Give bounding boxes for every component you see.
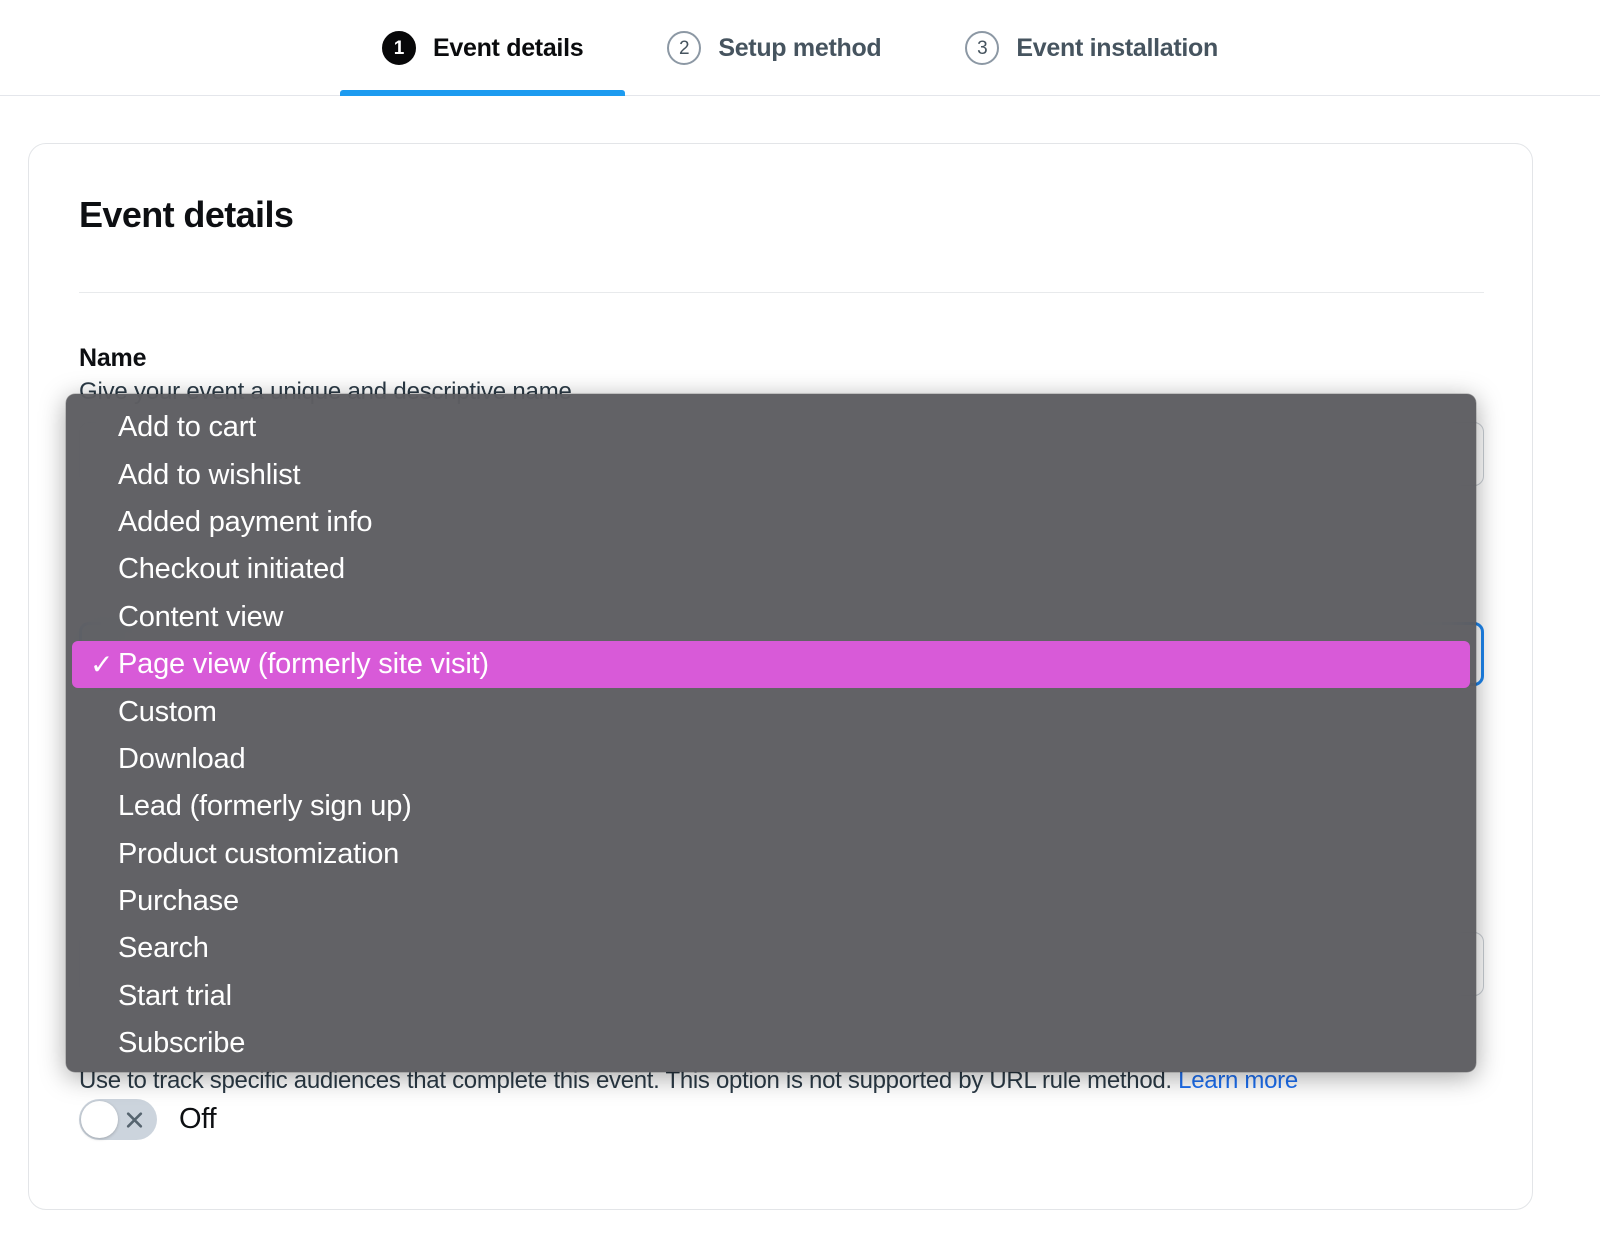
dropdown-option-label: Added payment info <box>118 505 373 538</box>
dropdown-option-label: Lead (formerly sign up) <box>118 790 412 823</box>
step-label-setup-method: Setup method <box>718 33 882 62</box>
step-label-event-details: Event details <box>433 33 584 62</box>
dropdown-option[interactable]: Add to wishlist <box>72 451 1470 498</box>
dropdown-option[interactable]: Lead (formerly sign up) <box>72 783 1470 830</box>
toggle-state-label: Off <box>179 1103 217 1135</box>
dropdown-option[interactable]: Search <box>72 925 1470 972</box>
check-icon: ✓ <box>90 648 114 680</box>
dropdown-option[interactable]: Product customization <box>72 831 1470 878</box>
audience-toggle-row: Off <box>79 1099 217 1140</box>
audience-toggle[interactable] <box>79 1099 157 1140</box>
step-number-badge-1: 1 <box>382 31 416 65</box>
dropdown-option-label: Checkout initiated <box>118 553 345 586</box>
dropdown-option[interactable]: ✓ Page view (formerly site visit) <box>72 640 1470 689</box>
dropdown-option-label: Add to cart <box>118 411 257 444</box>
step-label-event-installation: Event installation <box>1016 33 1218 62</box>
dropdown-option-label: Start trial <box>118 979 232 1012</box>
wizard-stepper: 1 Event details 2 Setup method 3 Event i… <box>0 0 1600 96</box>
step-setup-method[interactable]: 2 Setup method <box>625 0 923 96</box>
dropdown-option-label: Content view <box>118 600 284 633</box>
dropdown-option[interactable]: Content view <box>72 594 1470 641</box>
dropdown-option-label: Search <box>118 932 209 965</box>
page-title: Event details <box>79 194 294 235</box>
dropdown-option[interactable]: Added payment info <box>72 499 1470 546</box>
name-field-label: Name <box>79 344 147 372</box>
dropdown-option-label: Purchase <box>118 885 239 918</box>
dropdown-option-label: Subscribe <box>118 1027 246 1060</box>
step-event-details[interactable]: 1 Event details <box>340 0 626 96</box>
dropdown-option[interactable]: Custom <box>72 688 1470 735</box>
step-event-installation[interactable]: 3 Event installation <box>923 0 1260 96</box>
dropdown-option-label: Download <box>118 742 246 775</box>
close-icon <box>125 1110 144 1129</box>
stepper-steps: 1 Event details 2 Setup method 3 Event i… <box>0 0 1600 96</box>
dropdown-option[interactable]: Subscribe <box>72 1020 1470 1067</box>
dropdown-option[interactable]: Checkout initiated <box>72 546 1470 593</box>
dropdown-option-label: Product customization <box>118 837 400 870</box>
dropdown-option[interactable]: Purchase <box>72 878 1470 925</box>
dropdown-option[interactable]: Download <box>72 736 1470 783</box>
step-number-badge-2: 2 <box>667 31 702 65</box>
dropdown-option[interactable]: Add to cart <box>72 404 1470 451</box>
event-type-dropdown-menu[interactable]: Add to cart Add to wishlist Added payment … <box>66 394 1476 1072</box>
dropdown-option-label: Add to wishlist <box>118 458 301 491</box>
dropdown-option[interactable]: Start trial <box>72 973 1470 1020</box>
card-divider <box>79 292 1484 293</box>
dropdown-option-label: Custom <box>118 695 217 728</box>
toggle-knob <box>81 1101 118 1138</box>
dropdown-option-label: Page view (formerly site visit) <box>118 648 489 681</box>
step-number-badge-3: 3 <box>965 31 1000 65</box>
